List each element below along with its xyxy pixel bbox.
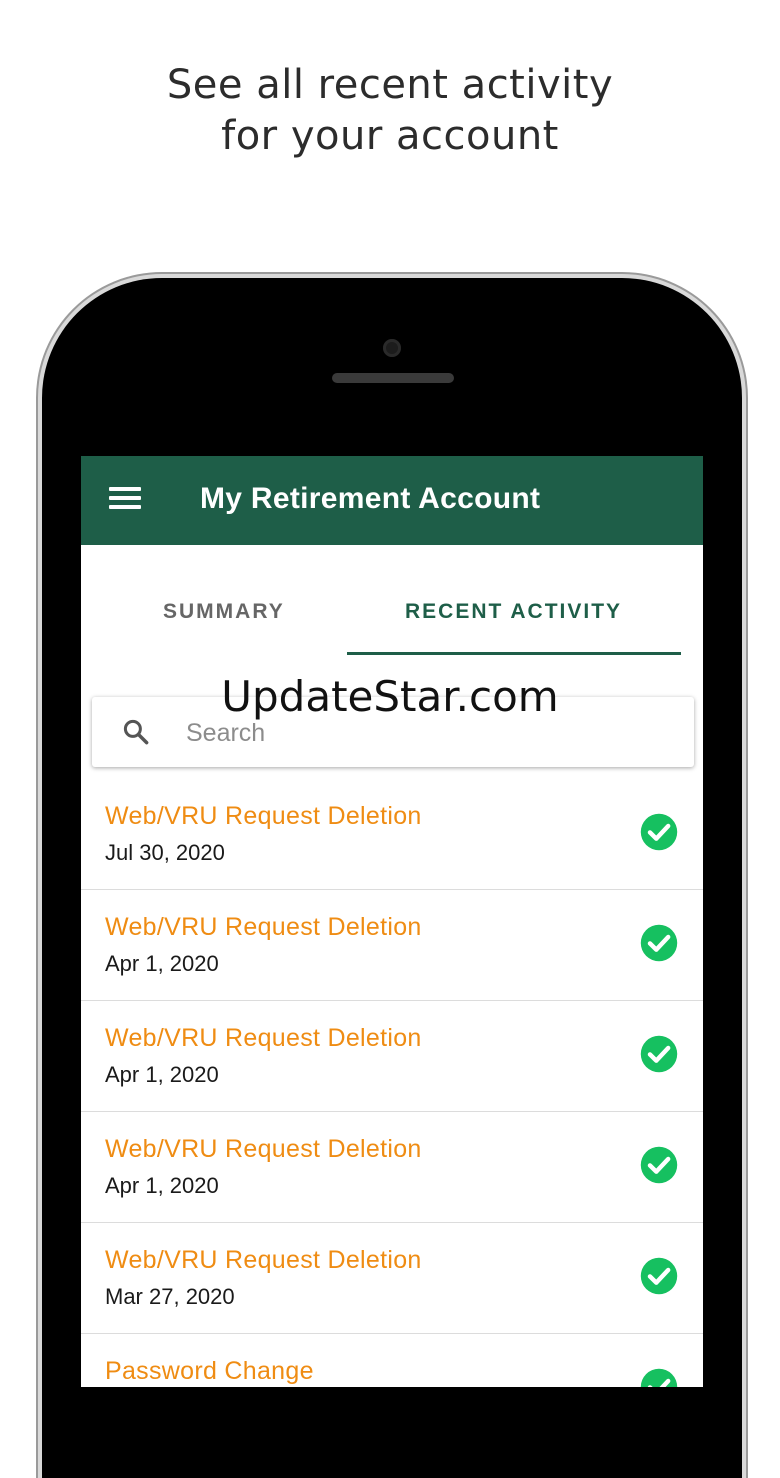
activity-date: Apr 1, 2020 <box>105 1173 219 1198</box>
hamburger-menu-icon[interactable] <box>109 487 141 511</box>
tab-recent-activity[interactable]: RECENT ACTIVITY <box>405 600 622 624</box>
check-circle-icon <box>640 924 678 962</box>
check-circle-icon <box>640 1035 678 1073</box>
active-tab-indicator <box>347 652 681 655</box>
activity-list-item[interactable]: Password Change <box>81 1334 703 1387</box>
activity-title: Web/VRU Request Deletion <box>105 913 422 941</box>
app-title: My Retirement Account <box>200 482 541 515</box>
promo-headline-line-2: for your account <box>221 113 559 159</box>
activity-date: Apr 1, 2020 <box>105 1062 219 1087</box>
activity-title: Password Change <box>105 1357 314 1385</box>
activity-list-item[interactable]: Web/VRU Request Deletion Apr 1, 2020 <box>81 1112 703 1223</box>
app-screen: My Retirement Account SUMMARY RECENT ACT… <box>81 456 703 1387</box>
activity-title: Web/VRU Request Deletion <box>105 1246 422 1274</box>
search-icon[interactable] <box>121 717 151 747</box>
tab-bar: SUMMARY RECENT ACTIVITY <box>81 545 703 657</box>
check-circle-icon <box>640 1368 678 1387</box>
search-input[interactable] <box>184 711 668 755</box>
activity-date: Apr 1, 2020 <box>105 951 219 976</box>
earpiece-speaker <box>332 373 454 383</box>
activity-date: Mar 27, 2020 <box>105 1284 235 1309</box>
activity-date: Jul 30, 2020 <box>105 840 225 865</box>
activity-title: Web/VRU Request Deletion <box>105 802 422 830</box>
activity-list-item[interactable]: Web/VRU Request Deletion Mar 27, 2020 <box>81 1223 703 1334</box>
promo-headline-line-1: See all recent activity <box>166 62 614 108</box>
check-circle-icon <box>640 1257 678 1295</box>
activity-list-item[interactable]: Web/VRU Request Deletion Jul 30, 2020 <box>81 779 703 890</box>
app-bar: My Retirement Account <box>81 456 703 545</box>
check-circle-icon <box>640 813 678 851</box>
activity-title: Web/VRU Request Deletion <box>105 1024 422 1052</box>
activity-title: Web/VRU Request Deletion <box>105 1135 422 1163</box>
front-camera <box>383 339 401 357</box>
check-circle-icon <box>640 1146 678 1184</box>
activity-list-item[interactable]: Web/VRU Request Deletion Apr 1, 2020 <box>81 1001 703 1112</box>
activity-list-item[interactable]: Web/VRU Request Deletion Apr 1, 2020 <box>81 890 703 1001</box>
activity-list: Web/VRU Request Deletion Jul 30, 2020 Web/… <box>81 779 703 1387</box>
tab-summary[interactable]: SUMMARY <box>163 600 285 624</box>
search-bar <box>92 697 694 767</box>
